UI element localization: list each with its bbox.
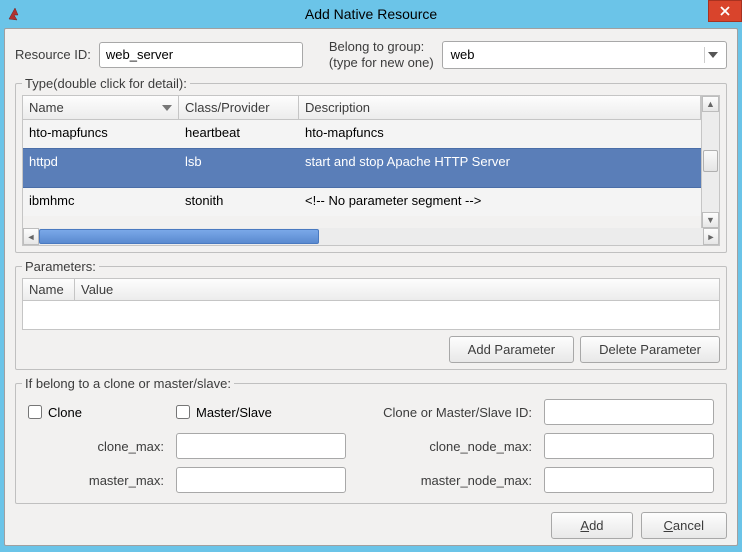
delete-parameter-button[interactable]: Delete Parameter xyxy=(580,336,720,363)
vertical-scrollbar[interactable]: ▲ ▼ xyxy=(701,96,719,228)
master-node-max-label: master_node_max: xyxy=(354,473,536,488)
parameters-header: Name Value xyxy=(23,279,719,301)
table-row[interactable]: hto-mapfuncs heartbeat hto-mapfuncs xyxy=(23,120,701,148)
master-slave-checkbox[interactable] xyxy=(176,405,190,419)
scroll-up-icon[interactable]: ▲ xyxy=(702,96,719,112)
clone-checkbox[interactable] xyxy=(28,405,42,419)
clone-max-label: clone_max: xyxy=(28,439,168,454)
parameters-table: Name Value xyxy=(22,278,720,330)
clone-max-input[interactable] xyxy=(176,433,346,459)
scroll-left-icon[interactable]: ◄ xyxy=(23,228,39,245)
clone-checkbox-label: Clone xyxy=(48,405,82,420)
close-button[interactable] xyxy=(708,0,742,22)
app-icon xyxy=(6,5,24,23)
col-name[interactable]: Name xyxy=(23,96,179,119)
ms-checkbox-wrap: Master/Slave xyxy=(176,405,346,420)
group-label-block: Belong to group: (type for new one) xyxy=(329,39,434,70)
window-title: Add Native Resource xyxy=(305,6,437,22)
group-label-line1: Belong to group: xyxy=(329,39,434,55)
table-row[interactable]: ibmhmc stonith <!-- No parameter segment… xyxy=(23,188,701,216)
scroll-thumb[interactable] xyxy=(703,150,718,172)
param-col-name[interactable]: Name xyxy=(23,279,75,300)
master-max-input[interactable] xyxy=(176,467,346,493)
scroll-right-icon[interactable]: ► xyxy=(703,228,719,245)
clone-fieldset: If belong to a clone or master/slave: Cl… xyxy=(15,376,727,504)
add-button[interactable]: Add xyxy=(551,512,632,539)
type-fieldset: Type(double click for detail): Name Clas… xyxy=(15,76,727,253)
clone-id-input[interactable] xyxy=(544,399,714,425)
col-class[interactable]: Class/Provider xyxy=(179,96,299,119)
master-node-max-input[interactable] xyxy=(544,467,714,493)
col-desc[interactable]: Description xyxy=(299,96,701,119)
parameters-body xyxy=(23,301,719,329)
dialog-buttons: Add Cancel xyxy=(15,512,727,539)
chevron-down-icon xyxy=(162,105,172,111)
dialog-body: Resource ID: Belong to group: (type for … xyxy=(4,28,738,546)
titlebar[interactable]: Add Native Resource xyxy=(0,0,742,28)
clone-node-max-label: clone_node_max: xyxy=(354,439,536,454)
clone-legend: If belong to a clone or master/slave: xyxy=(22,376,234,391)
top-row: Resource ID: Belong to group: (type for … xyxy=(15,39,727,70)
chevron-down-icon xyxy=(704,47,720,63)
group-label-line2: (type for new one) xyxy=(329,55,434,71)
parameters-fieldset: Parameters: Name Value Add Parameter Del… xyxy=(15,259,727,370)
clone-node-max-input[interactable] xyxy=(544,433,714,459)
cancel-button[interactable]: Cancel xyxy=(641,512,727,539)
type-table: Name Class/Provider Description hto-mapf… xyxy=(22,95,720,229)
scroll-thumb[interactable] xyxy=(39,229,319,244)
add-parameter-button[interactable]: Add Parameter xyxy=(449,336,574,363)
param-col-value[interactable]: Value xyxy=(75,279,719,300)
type-legend: Type(double click for detail): xyxy=(22,76,190,91)
group-combo-value: web xyxy=(451,47,475,62)
type-table-header: Name Class/Provider Description xyxy=(23,96,701,120)
scroll-down-icon[interactable]: ▼ xyxy=(702,212,719,228)
group-combo[interactable]: web xyxy=(442,41,727,69)
parameters-legend: Parameters: xyxy=(22,259,99,274)
type-table-body: hto-mapfuncs heartbeat hto-mapfuncs http… xyxy=(23,120,701,216)
master-max-label: master_max: xyxy=(28,473,168,488)
clone-checkbox-wrap: Clone xyxy=(28,405,168,420)
horizontal-scrollbar[interactable]: ◄ ► xyxy=(22,228,720,246)
resource-id-label: Resource ID: xyxy=(15,47,91,62)
resource-id-input[interactable] xyxy=(99,42,303,68)
table-row[interactable]: httpd lsb start and stop Apache HTTP Ser… xyxy=(23,148,701,188)
ms-checkbox-label: Master/Slave xyxy=(196,405,272,420)
clone-id-label: Clone or Master/Slave ID: xyxy=(354,405,536,420)
